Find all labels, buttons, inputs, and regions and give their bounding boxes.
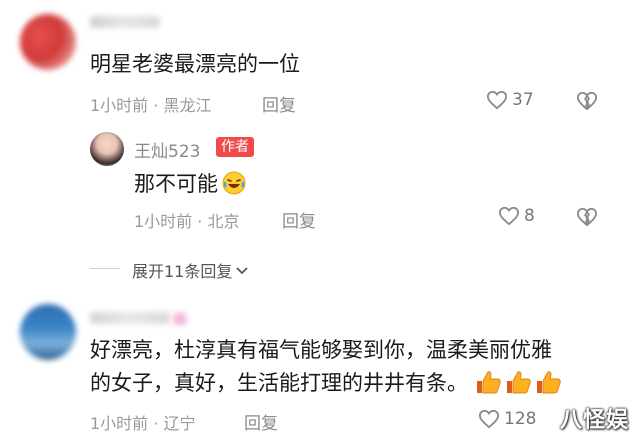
username-blurred[interactable]: [90, 312, 170, 324]
laughing-emoji: [222, 171, 246, 195]
comment-time: 1小时前: [90, 414, 149, 433]
like-button[interactable]: 128: [478, 409, 536, 429]
user-badge-blurred: [174, 313, 186, 325]
chevron-down-icon: [234, 262, 250, 278]
reply-button[interactable]: 回复: [282, 207, 316, 232]
reply-button[interactable]: 回复: [262, 91, 296, 116]
broken-heart-icon: [576, 207, 598, 227]
heart-outline-icon: [486, 90, 508, 110]
reply-location: 北京: [207, 212, 240, 231]
comment-meta: 1小时前 · 黑龙江: [90, 92, 211, 116]
dislike-button[interactable]: [576, 91, 598, 111]
reply-text-row: 那不可能: [134, 168, 246, 198]
expand-replies-label: 展开11条回复: [132, 262, 233, 281]
meta-dot: ·: [153, 414, 164, 433]
comment-text: 明星老婆最漂亮的一位: [90, 52, 300, 76]
meta-dot: ·: [153, 96, 164, 115]
like-button[interactable]: 37: [486, 90, 534, 110]
expand-divider: [90, 268, 120, 269]
reply-meta: 1小时前 · 北京: [134, 208, 239, 232]
heart-outline-icon: [478, 409, 500, 429]
like-count: 37: [512, 90, 534, 110]
heart-outline-icon: [498, 206, 520, 226]
watermark: 八怪娱: [560, 408, 630, 433]
comment-time: 1小时前: [90, 96, 149, 115]
comment-meta: 1小时前 · 辽宁: [90, 410, 195, 434]
avatar[interactable]: [20, 304, 76, 360]
username-blurred[interactable]: [90, 16, 160, 28]
reply-button[interactable]: 回复: [244, 409, 278, 434]
expand-replies-button[interactable]: 展开11条回复: [132, 258, 250, 282]
reply-text: 那不可能: [134, 172, 218, 196]
like-count: 8: [524, 206, 535, 226]
comment-location: 辽宁: [163, 414, 196, 433]
like-button[interactable]: 8: [498, 206, 535, 226]
author-username[interactable]: 王灿523: [134, 137, 200, 162]
thumbs-up-emoji: [474, 369, 502, 395]
comment-location: 黑龙江: [163, 96, 212, 115]
avatar[interactable]: [20, 14, 76, 70]
author-avatar[interactable]: [90, 132, 124, 166]
broken-heart-icon: [576, 91, 598, 111]
comment-text-line1: 好漂亮，杜淳真有福气能够娶到你，温柔美丽优雅: [90, 338, 552, 362]
dislike-button[interactable]: [576, 207, 598, 227]
comment-text-line2-row: 的女子，真好，生活能打理的井井有条。: [90, 367, 562, 397]
author-badge: 作者: [216, 137, 254, 157]
thumbs-up-emoji: [534, 369, 562, 395]
like-count: 128: [504, 409, 537, 429]
meta-dot: ·: [197, 212, 208, 231]
reply-time: 1小时前: [134, 212, 193, 231]
comment-text-line2: 的女子，真好，生活能打理的井井有条。: [90, 371, 468, 395]
thumbs-up-emoji: [504, 369, 532, 395]
